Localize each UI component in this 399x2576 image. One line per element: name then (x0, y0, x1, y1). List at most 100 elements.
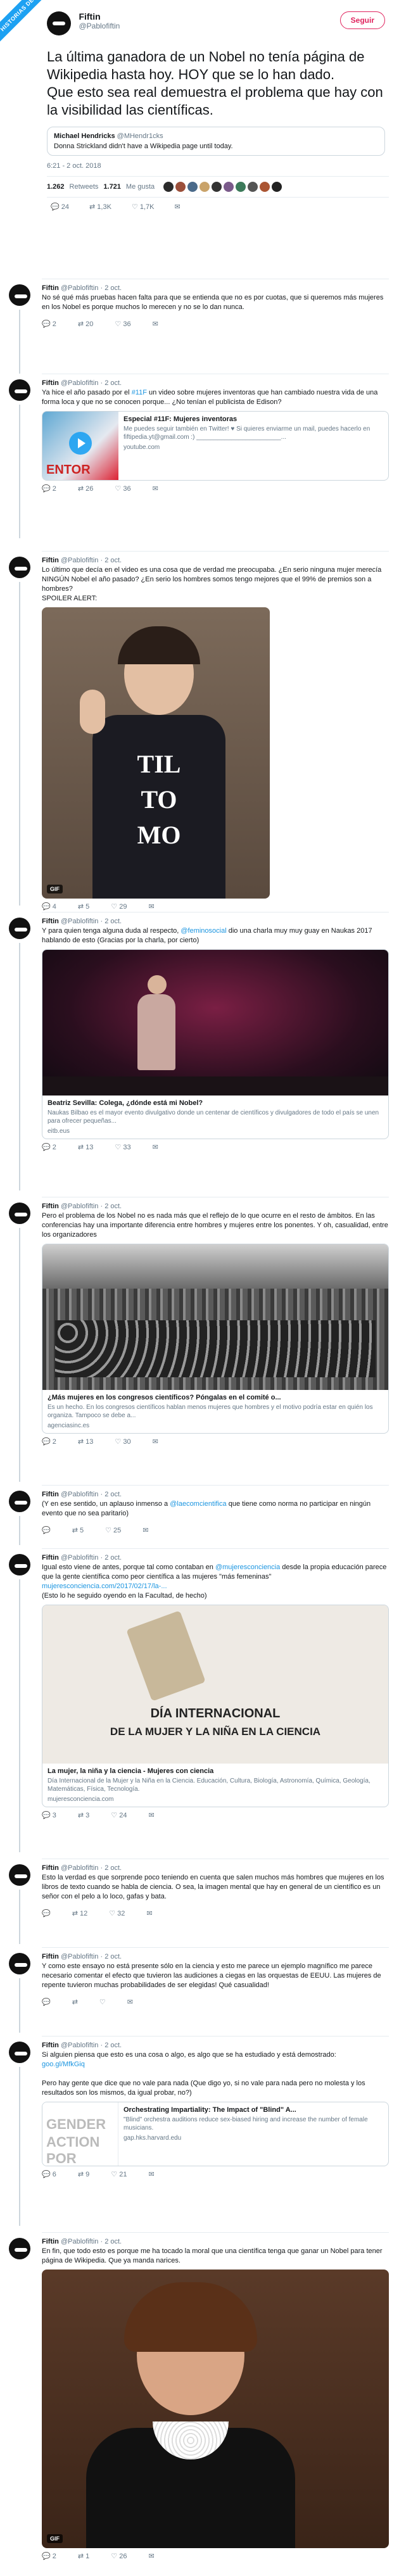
retweet-button[interactable]: ⇄ 5 (72, 1526, 84, 1534)
reply-button[interactable]: 💬 2 (42, 484, 56, 493)
like-button[interactable]: ♡ 21 (111, 2170, 127, 2178)
reply-button[interactable]: 💬 2 (42, 1437, 56, 1446)
user-name[interactable]: Fiftin (42, 1864, 59, 1872)
avatar[interactable] (9, 379, 30, 401)
user-handle[interactable]: @Pablofiftin · 2 oct. (61, 557, 122, 564)
reply-button[interactable]: 💬 2 (42, 1143, 56, 1151)
user-handle[interactable]: @Pablofiftin · 2 oct. (61, 1864, 122, 1872)
retweet-button[interactable]: ⇄ 12 (72, 1909, 88, 1917)
avatar[interactable] (9, 918, 30, 939)
follow-button[interactable]: Seguir (339, 11, 385, 29)
retweet-button[interactable]: ⇄ 26 (78, 484, 94, 493)
user-handle[interactable]: @Pablofiftin · 2 oct. (61, 1203, 122, 1210)
avatar[interactable] (9, 2238, 30, 2259)
user-name[interactable]: Fiftin (42, 379, 59, 387)
link-card[interactable]: GENDER ACTION POR Orchestrating Impartia… (42, 2102, 389, 2166)
message-button[interactable]: ✉ (148, 902, 154, 911)
user-handle[interactable]: @Pablofiftin · 2 oct. (61, 1953, 122, 1960)
user-name[interactable]: Fiftin (42, 918, 59, 925)
like-button[interactable]: ♡ 25 (105, 1526, 121, 1534)
avatar[interactable] (236, 182, 246, 192)
link-card[interactable]: Beatriz Sevilla: Colega, ¿dónde está mi … (42, 949, 389, 1139)
user-name[interactable]: Fiftin (42, 1491, 59, 1498)
gif-media[interactable]: TIL TO MO GIF (42, 607, 270, 899)
user-name[interactable]: Fiftin (42, 1203, 59, 1210)
retweet-button[interactable]: ⇄ 1,3K (89, 203, 111, 212)
user-handle[interactable]: @Pablofiftin (79, 22, 120, 30)
like-button[interactable]: ♡ 1,7K (132, 203, 155, 212)
avatar[interactable] (260, 182, 270, 192)
avatar[interactable] (187, 182, 198, 192)
mention-link[interactable]: @laecomcientifica (170, 1500, 226, 1508)
mention-link[interactable]: @mujeresconciencia (215, 1563, 280, 1571)
user-name[interactable]: Fiftin (42, 2238, 59, 2245)
user-handle[interactable]: @Pablofiftin · 2 oct. (61, 918, 122, 925)
like-button[interactable]: ♡ (99, 1998, 106, 2006)
reply-button[interactable]: 💬 (42, 1526, 51, 1534)
retweet-button[interactable]: ⇄ 13 (78, 1143, 94, 1151)
message-button[interactable]: ✉ (142, 1526, 148, 1534)
user-handle[interactable]: @Pablofiftin · 2 oct. (61, 1491, 122, 1498)
avatar[interactable] (163, 182, 174, 192)
avatar[interactable] (9, 557, 30, 578)
retweet-button[interactable]: ⇄ 13 (78, 1437, 94, 1446)
user-handle[interactable]: @Pablofiftin · 2 oct. (61, 2238, 122, 2245)
article-link[interactable]: mujeresconciencia.com/2017/02/17/la-... (42, 1582, 167, 1590)
link-card[interactable]: ENTOR Especial #11F: Mujeres inventoras … (42, 411, 389, 481)
reply-button[interactable]: 💬 2 (42, 320, 56, 328)
user-name[interactable]: Fiftin (42, 2042, 59, 2049)
message-button[interactable]: ✉ (175, 203, 180, 212)
play-icon[interactable] (69, 432, 92, 455)
avatar[interactable] (212, 182, 222, 192)
quoted-tweet[interactable]: Michael Hendricks @MHendr1cks Donna Stri… (47, 127, 385, 156)
avatar[interactable] (200, 182, 210, 192)
like-button[interactable]: ♡ 36 (115, 320, 130, 328)
avatar[interactable] (224, 182, 234, 192)
link-card[interactable]: ¿Más mujeres en los congresos científico… (42, 1244, 389, 1434)
reply-button[interactable]: 💬 3 (42, 1811, 56, 1819)
reply-button[interactable]: 💬 6 (42, 2170, 56, 2178)
message-button[interactable]: ✉ (153, 320, 158, 328)
reply-button[interactable]: 💬 24 (51, 203, 69, 212)
link-card[interactable]: DÍA INTERNACIONAL DE LA MUJER Y LA NIÑA … (42, 1605, 389, 1807)
avatar[interactable] (9, 1203, 30, 1224)
user-handle[interactable]: @Pablofiftin · 2 oct. (61, 379, 122, 387)
video-thumbnail[interactable]: ENTOR (42, 412, 118, 480)
user-handle[interactable]: @Pablofiftin · 2 oct. (61, 1554, 122, 1562)
message-button[interactable]: ✉ (148, 2552, 154, 2560)
reply-button[interactable]: 💬 (42, 1909, 51, 1917)
avatar[interactable] (47, 11, 71, 35)
reply-button[interactable]: 💬 (42, 1998, 51, 2006)
message-button[interactable]: ✉ (153, 1143, 158, 1151)
message-button[interactable]: ✉ (146, 1909, 152, 1917)
avatar[interactable] (272, 182, 282, 192)
like-button[interactable]: ♡ 26 (111, 2552, 127, 2560)
hashtag-link[interactable]: #11F (132, 389, 147, 396)
avatar[interactable] (9, 2042, 30, 2063)
user-name[interactable]: Fiftin (79, 11, 120, 22)
avatar[interactable] (9, 1953, 30, 1974)
user-handle[interactable]: @Pablofiftin · 2 oct. (61, 284, 122, 292)
like-button[interactable]: ♡ 36 (115, 484, 130, 493)
retweet-button[interactable]: ⇄ (72, 1998, 78, 2006)
reply-button[interactable]: 💬 2 (42, 2552, 56, 2560)
like-button[interactable]: ♡ 33 (115, 1143, 130, 1151)
like-button[interactable]: ♡ 32 (109, 1909, 125, 1917)
reply-button[interactable]: 💬 4 (42, 902, 56, 911)
like-count[interactable]: 1.721 (103, 183, 121, 191)
gif-media[interactable]: GIF (42, 2270, 389, 2548)
user-handle[interactable]: @Pablofiftin · 2 oct. (61, 2042, 122, 2049)
mention-link[interactable]: @feminosocial (180, 927, 226, 935)
retweet-button[interactable]: ⇄ 9 (78, 2170, 89, 2178)
message-button[interactable]: ✉ (153, 484, 158, 493)
retweet-button[interactable]: ⇄ 3 (78, 1811, 89, 1819)
message-button[interactable]: ✉ (148, 1811, 154, 1819)
user-name[interactable]: Fiftin (42, 557, 59, 564)
avatar[interactable] (248, 182, 258, 192)
avatar[interactable] (9, 284, 30, 306)
avatar[interactable] (9, 1864, 30, 1886)
user-name[interactable]: Fiftin (42, 1953, 59, 1960)
like-button[interactable]: ♡ 30 (115, 1437, 130, 1446)
retweet-button[interactable]: ⇄ 5 (78, 902, 89, 911)
article-link[interactable]: goo.gl/MfkGiq (42, 2061, 85, 2068)
